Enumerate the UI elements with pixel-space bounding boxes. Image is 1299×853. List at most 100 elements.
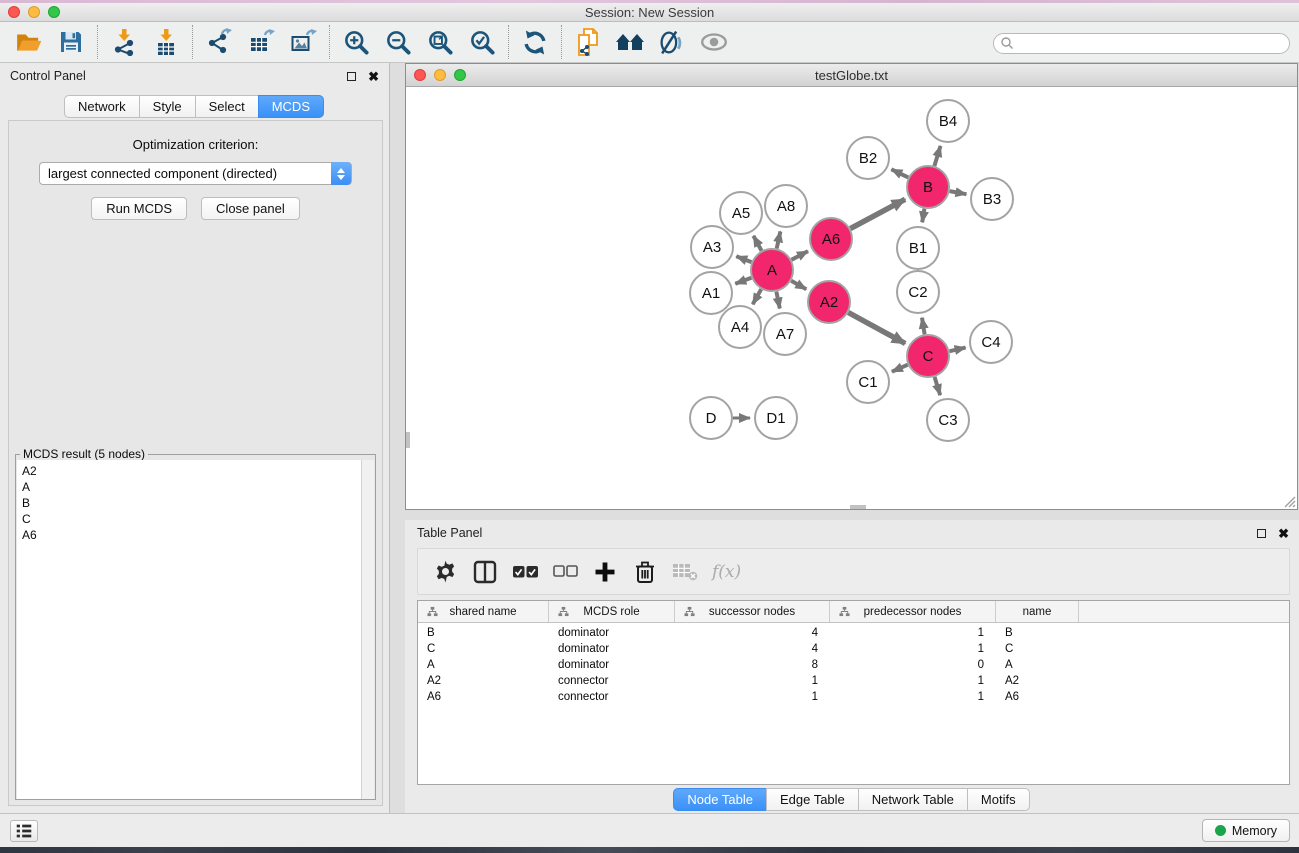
- eye-icon[interactable]: [693, 23, 735, 61]
- canvas-vertical-scroll-thumb[interactable]: [406, 432, 410, 448]
- minimize-window-button[interactable]: [28, 6, 40, 18]
- gear-icon[interactable]: [428, 554, 462, 590]
- zoom-window-button[interactable]: [48, 6, 60, 18]
- mcds-result-item[interactable]: A2: [22, 463, 362, 479]
- graphics-details-icon[interactable]: [651, 23, 693, 61]
- graph-edge-A-A3[interactable]: [736, 256, 751, 262]
- mcds-result-item[interactable]: A: [22, 479, 362, 495]
- tab-select[interactable]: Select: [195, 95, 259, 118]
- canvas-horizontal-scroll-thumb[interactable]: [850, 505, 866, 509]
- graph-node-A8[interactable]: A8: [765, 185, 807, 227]
- search-input[interactable]: [993, 33, 1290, 54]
- refresh-icon[interactable]: [514, 23, 556, 61]
- graph-node-D[interactable]: D: [690, 397, 732, 439]
- column-header-successor-nodes[interactable]: successor nodes: [675, 601, 830, 622]
- table-float-icon[interactable]: [1257, 529, 1266, 538]
- graph-edge-B-B3[interactable]: [950, 191, 967, 194]
- tab-network-table[interactable]: Network Table: [858, 788, 968, 811]
- network-minimize-button[interactable]: [434, 69, 446, 81]
- compare-networks-icon[interactable]: [567, 23, 609, 61]
- graph-node-C[interactable]: C: [907, 335, 949, 377]
- save-session-icon[interactable]: [50, 23, 92, 61]
- graph-node-B4[interactable]: B4: [927, 100, 969, 142]
- graph-node-C2[interactable]: C2: [897, 271, 939, 313]
- graph-edge-A-A1[interactable]: [735, 278, 751, 284]
- column-header-MCDS-role[interactable]: MCDS role: [549, 601, 675, 622]
- graph-edge-A-A5[interactable]: [753, 236, 761, 251]
- table-row[interactable]: Cdominator41C: [418, 643, 1289, 659]
- graph-edge-A-A4[interactable]: [753, 289, 762, 304]
- graph-node-A7[interactable]: A7: [764, 313, 806, 355]
- close-panel-icon[interactable]: ✖: [368, 70, 379, 83]
- memory-button[interactable]: Memory: [1202, 819, 1290, 842]
- tab-motifs[interactable]: Motifs: [967, 788, 1030, 811]
- table-close-icon[interactable]: ✖: [1278, 527, 1289, 540]
- graph-node-A6[interactable]: A6: [810, 218, 852, 260]
- graph-node-B[interactable]: B: [907, 166, 949, 208]
- graph-node-A4[interactable]: A4: [719, 306, 761, 348]
- tab-network[interactable]: Network: [64, 95, 140, 118]
- zoom-selected-icon[interactable]: [461, 23, 503, 61]
- network-canvas[interactable]: B4 B2 B B3 A5 A8 A6 A3 B1 A A1 C2 A2 A4 …: [406, 87, 1297, 509]
- graph-node-A1[interactable]: A1: [690, 272, 732, 314]
- select-all-icon[interactable]: [508, 554, 542, 590]
- graph-node-C3[interactable]: C3: [927, 399, 969, 441]
- zoom-fit-icon[interactable]: [419, 23, 461, 61]
- tab-node-table[interactable]: Node Table: [673, 788, 767, 811]
- run-mcds-button[interactable]: Run MCDS: [91, 197, 187, 220]
- graph-node-B3[interactable]: B3: [971, 178, 1013, 220]
- graph-edge-B-B2[interactable]: [891, 169, 908, 177]
- column-header-shared-name[interactable]: shared name: [418, 601, 549, 622]
- graph-edge-A2-C[interactable]: [848, 313, 905, 344]
- graph-edge-A-A2[interactable]: [791, 281, 806, 290]
- trash-icon[interactable]: [628, 554, 662, 590]
- export-network-icon[interactable]: [198, 23, 240, 61]
- graph-edge-A-A8[interactable]: [777, 231, 781, 248]
- graph-edge-A-A6[interactable]: [792, 251, 809, 260]
- graph-node-C4[interactable]: C4: [970, 321, 1012, 363]
- task-history-button[interactable]: [10, 820, 38, 842]
- graph-edge-B-B1[interactable]: [922, 209, 924, 223]
- mcds-result-item[interactable]: B: [22, 495, 362, 511]
- result-scrollbar[interactable]: [361, 460, 374, 799]
- column-header-name[interactable]: name: [996, 601, 1079, 622]
- graph-edge-C-C3[interactable]: [935, 377, 941, 395]
- window-resize-grip[interactable]: [1283, 495, 1296, 508]
- graph-edge-A6-B[interactable]: [850, 199, 905, 228]
- add-icon[interactable]: [588, 554, 622, 590]
- tab-style[interactable]: Style: [139, 95, 196, 118]
- close-panel-button[interactable]: Close panel: [201, 197, 300, 220]
- graph-node-A5[interactable]: A5: [720, 192, 762, 234]
- graph-node-B1[interactable]: B1: [897, 227, 939, 269]
- network-close-button[interactable]: [414, 69, 426, 81]
- tab-edge-table[interactable]: Edge Table: [766, 788, 859, 811]
- table-row[interactable]: A6connector11A6: [418, 691, 1289, 707]
- table-row[interactable]: Bdominator41B: [418, 627, 1289, 643]
- graph-node-C1[interactable]: C1: [847, 361, 889, 403]
- graph-node-A2[interactable]: A2: [808, 281, 850, 323]
- mcds-result-item[interactable]: C: [22, 511, 362, 527]
- network-window-titlebar[interactable]: testGlobe.txt: [406, 64, 1297, 87]
- network-zoom-button[interactable]: [454, 69, 466, 81]
- zoom-out-icon[interactable]: [377, 23, 419, 61]
- graph-edge-B-B4[interactable]: [934, 146, 940, 166]
- graph-edge-C-C2[interactable]: [922, 318, 925, 335]
- tab-mcds[interactable]: MCDS: [258, 95, 324, 118]
- export-image-icon[interactable]: [282, 23, 324, 61]
- float-panel-icon[interactable]: [347, 72, 356, 81]
- mcds-result-list[interactable]: A2ABCA6: [17, 460, 362, 799]
- table-row[interactable]: Adominator80A: [418, 659, 1289, 675]
- unselect-all-icon[interactable]: [548, 554, 582, 590]
- graph-node-A[interactable]: A: [751, 249, 793, 291]
- mcds-result-item[interactable]: A6: [22, 527, 362, 543]
- open-file-icon[interactable]: [8, 23, 50, 61]
- split-panel-icon[interactable]: [468, 554, 502, 590]
- graph-node-A3[interactable]: A3: [691, 226, 733, 268]
- column-header-predecessor-nodes[interactable]: predecessor nodes: [830, 601, 996, 622]
- graph-edge-C-C4[interactable]: [950, 348, 966, 352]
- graph-node-D1[interactable]: D1: [755, 397, 797, 439]
- import-network-icon[interactable]: [103, 23, 145, 61]
- import-table-icon[interactable]: [145, 23, 187, 61]
- home-icon[interactable]: [609, 23, 651, 61]
- export-table-icon[interactable]: [240, 23, 282, 61]
